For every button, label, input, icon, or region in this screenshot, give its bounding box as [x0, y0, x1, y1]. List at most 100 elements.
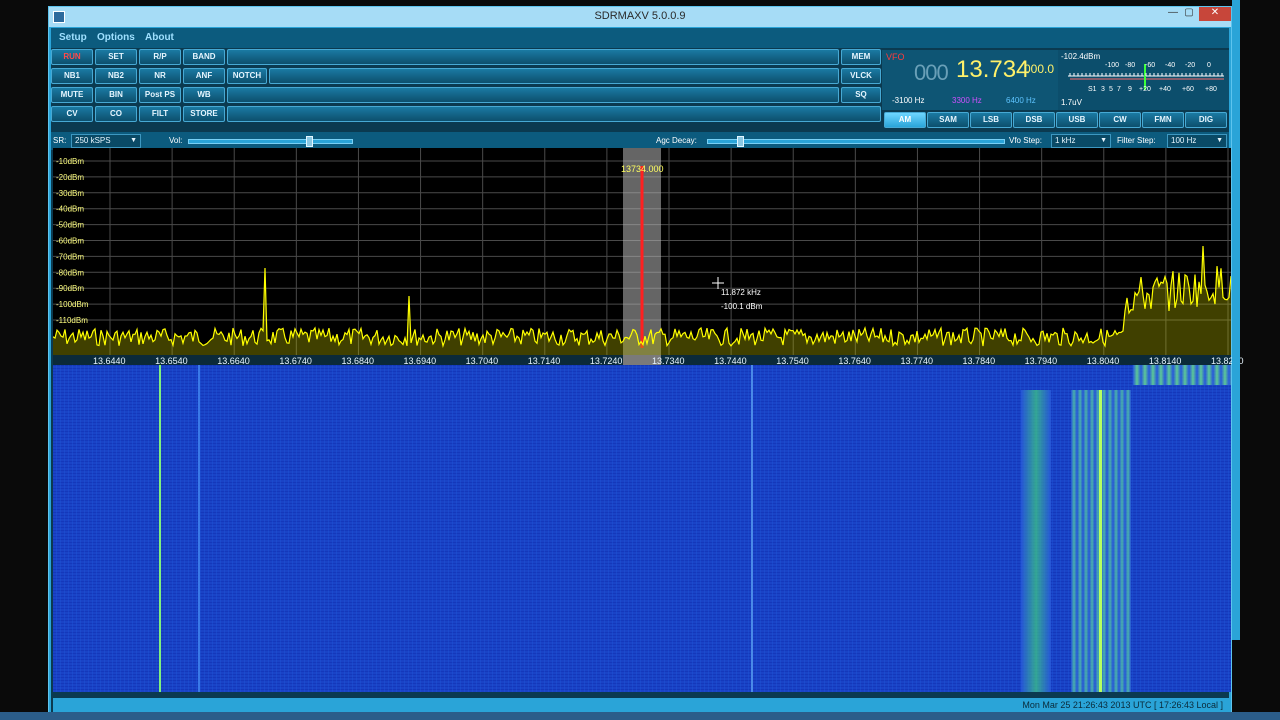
- mode-dig-button[interactable]: DIG: [1185, 112, 1227, 128]
- menu-bar: Setup Options About: [51, 28, 1229, 48]
- dropdown-arrow-icon: ▼: [1100, 137, 1107, 144]
- title-bar[interactable]: SDRMAXV 5.0.0.9 — ▢ ✕: [49, 7, 1231, 27]
- freq-sub[interactable]: 000.0: [1024, 62, 1054, 76]
- spectrum-display[interactable]: -10dBm -20dBm -30dBm -40dBm -50dBm -60dBm -70d…: [53, 148, 1231, 356]
- volume-slider[interactable]: [188, 136, 353, 147]
- mode-am-button[interactable]: AM: [884, 112, 926, 128]
- cursor-level: -100.1 dBm: [721, 302, 763, 311]
- smeter-bottom-label: 5: [1109, 86, 1113, 93]
- nb2-button[interactable]: NB2: [95, 68, 137, 84]
- app-window: SDRMAXV 5.0.0.9 — ▢ ✕ Setup Options Abou…: [48, 6, 1244, 714]
- smeter-bottom-label: +20: [1139, 86, 1151, 93]
- vfo-step-select[interactable]: 1 kHz ▼: [1051, 134, 1111, 148]
- db-tick-label: -20dBm: [56, 173, 84, 182]
- waterfall-signal-trace: [1099, 390, 1102, 692]
- mute-button[interactable]: MUTE: [51, 87, 93, 103]
- mode-usb-button[interactable]: USB: [1056, 112, 1098, 128]
- band-button[interactable]: BAND: [183, 49, 225, 65]
- anf-button[interactable]: ANF: [183, 68, 225, 84]
- db-tick-label: -60dBm: [56, 237, 84, 246]
- sq-button[interactable]: SQ: [841, 87, 881, 103]
- db-tick-label: -110dBm: [56, 316, 88, 325]
- smeter-top-label: -40: [1165, 62, 1176, 69]
- wb-button[interactable]: WB: [183, 87, 225, 103]
- mode-sam-button[interactable]: SAM: [927, 112, 969, 128]
- mode-fmn-button[interactable]: FMN: [1142, 112, 1184, 128]
- bin-button[interactable]: BIN: [95, 87, 137, 103]
- smeter-top-label: -60: [1145, 62, 1156, 69]
- waterfall-signal-trace: [198, 365, 200, 692]
- mode-lsb-button[interactable]: LSB: [970, 112, 1012, 128]
- taskbar[interactable]: [0, 712, 1280, 720]
- minimize-button[interactable]: —: [1165, 7, 1181, 21]
- volume-slider-thumb[interactable]: [306, 136, 313, 147]
- store-button[interactable]: STORE: [183, 106, 225, 122]
- smeter-top-label: -100: [1105, 62, 1120, 69]
- wb-bar[interactable]: [227, 87, 839, 103]
- sample-rate-value: 250 kSPS: [75, 136, 111, 145]
- smeter-bottom-label: +60: [1182, 86, 1194, 93]
- filter-low: -3100 Hz: [892, 96, 925, 105]
- smeter-bottom-label: +40: [1159, 86, 1171, 93]
- mode-dsb-button[interactable]: DSB: [1013, 112, 1055, 128]
- filter-step-label: Filter Step:: [1117, 136, 1156, 145]
- waterfall-signal-trace: [159, 365, 161, 692]
- nb1-button[interactable]: NB1: [51, 68, 93, 84]
- spectrum-plot[interactable]: -10dBm -20dBm -30dBm -40dBm -50dBm -60dBm -70d…: [53, 148, 1231, 356]
- agc-decay-label: Agc Decay:: [656, 136, 697, 145]
- smeter-bottom-label: S1: [1088, 86, 1097, 93]
- smeter-top-label: -80: [1125, 62, 1136, 69]
- waterfall-display[interactable]: [53, 365, 1231, 692]
- mode-cw-button[interactable]: CW: [1099, 112, 1141, 128]
- maximize-button[interactable]: ▢: [1181, 7, 1197, 21]
- menu-setup[interactable]: Setup: [59, 32, 87, 43]
- waterfall-signal-trace: [751, 365, 753, 692]
- agc-decay-slider[interactable]: [707, 136, 1005, 147]
- vlck-button[interactable]: VLCK: [841, 68, 881, 84]
- agc-decay-slider-thumb[interactable]: [736, 136, 744, 147]
- filter-step-value: 100 Hz: [1171, 136, 1197, 145]
- rp-button[interactable]: R/P: [139, 49, 181, 65]
- menu-options[interactable]: Options: [97, 32, 135, 43]
- status-datetime: Mon Mar 25 21:26:43 2013 UTC [ 17:26:43 …: [1022, 700, 1223, 710]
- close-button[interactable]: ✕: [1199, 7, 1231, 21]
- filt-button[interactable]: FILT: [139, 106, 181, 122]
- smeter-bottom-label: 3: [1101, 86, 1105, 93]
- background-window-edge: [1232, 0, 1240, 640]
- tuned-frequency-label: 13734.000: [621, 164, 664, 174]
- dropdown-arrow-icon: ▼: [1216, 137, 1223, 144]
- notch-bar[interactable]: [269, 68, 839, 84]
- set-button[interactable]: SET: [95, 49, 137, 65]
- co-button[interactable]: CO: [95, 106, 137, 122]
- cv-button[interactable]: CV: [51, 106, 93, 122]
- store-bar[interactable]: [227, 106, 881, 122]
- s-meter-scale: [1068, 64, 1224, 90]
- sdr-app: Setup Options About RUN SET R/P BAND MEM…: [51, 28, 1244, 712]
- db-tick-label: -40dBm: [56, 205, 84, 214]
- db-tick-label: -80dBm: [56, 268, 84, 277]
- mem-button[interactable]: MEM: [841, 49, 881, 65]
- sample-rate-select[interactable]: 250 kSPS ▼: [71, 134, 141, 148]
- db-tick-label: -90dBm: [56, 284, 84, 293]
- db-tick-label: -50dBm: [56, 221, 84, 230]
- vfo-label: VFO: [886, 52, 905, 62]
- window-title: SDRMAXV 5.0.0.9: [594, 10, 686, 22]
- run-button[interactable]: RUN: [51, 49, 93, 65]
- filter-high: 6400 Hz: [1006, 96, 1036, 105]
- freq-main[interactable]: 13.734: [956, 56, 1029, 84]
- menu-about[interactable]: About: [145, 32, 174, 43]
- smeter-top-label: 0: [1207, 62, 1211, 69]
- post-ps-button[interactable]: Post PS: [139, 87, 181, 103]
- notch-button[interactable]: NOTCH: [227, 68, 267, 84]
- nr-button[interactable]: NR: [139, 68, 181, 84]
- vol-label: Vol:: [169, 136, 183, 145]
- vfo-step-label: Vfo Step:: [1009, 136, 1042, 145]
- status-bar: Mon Mar 25 21:26:43 2013 UTC [ 17:26:43 …: [53, 698, 1231, 712]
- band-bar[interactable]: [227, 49, 839, 65]
- smeter-bottom-label: 9: [1128, 86, 1132, 93]
- filter-step-select[interactable]: 100 Hz ▼: [1167, 134, 1227, 148]
- filter-width: 3300 Hz: [952, 96, 982, 105]
- cursor-frequency: 11.872 kHz: [721, 288, 761, 297]
- waterfall-signal-band: [1133, 365, 1231, 385]
- waterfall-signal-band: [1021, 390, 1051, 692]
